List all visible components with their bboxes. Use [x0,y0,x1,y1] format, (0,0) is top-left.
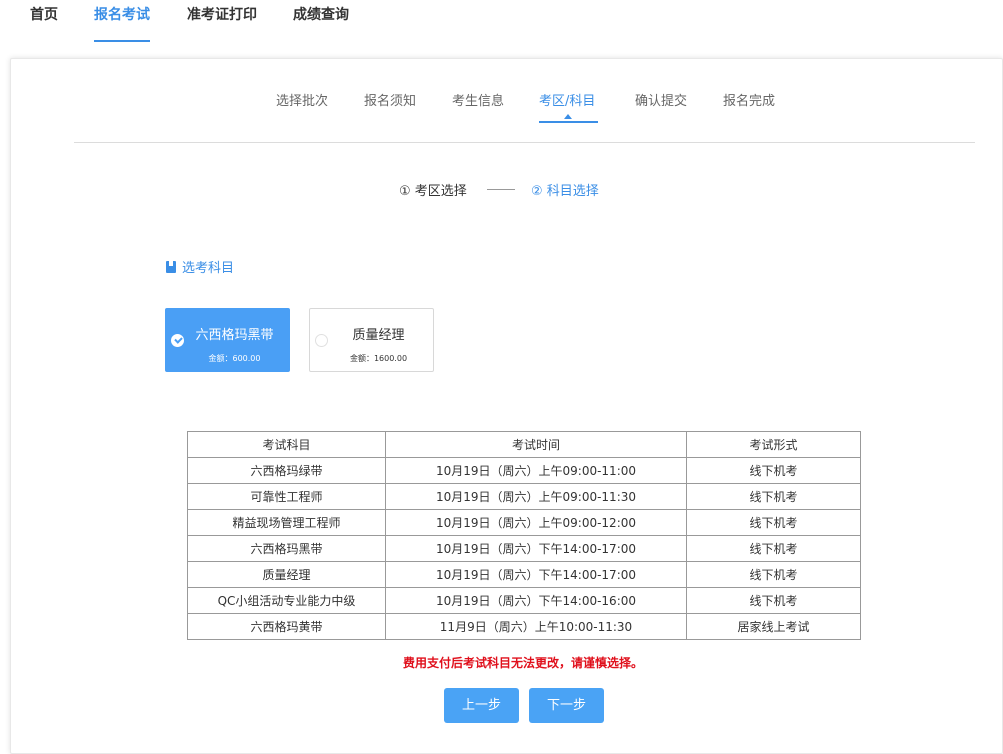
step-area-subject[interactable]: 考区/科目 [539,90,595,109]
top-nav: 首页 报名考试 准考证打印 成绩查询 [0,0,1003,42]
sub-step-connector [487,189,515,190]
cell-subject: 可靠性工程师 [187,483,386,510]
cell-time: 10月19日（周六）上午09:00-11:00 [385,457,687,484]
step-select-batch[interactable]: 选择批次 [276,90,328,109]
cell-format: 线下机考 [686,509,861,536]
cell-time: 10月19日（周六）下午14:00-17:00 [385,561,687,588]
subject-card-quality-manager[interactable]: 质量经理 金额：1600.00 [309,308,434,372]
cell-subject: 精益现场管理工程师 [187,509,386,536]
active-step-underline [539,121,598,123]
nav-score-query[interactable]: 成绩查询 [293,4,349,24]
subject-name: 质量经理 [352,328,405,343]
exam-schedule-table: 考试科目 考试时间 考试形式 六西格玛绿带 10月19日（周六）上午09:00-… [187,431,861,640]
cell-subject: 六西格玛绿带 [187,457,386,484]
cell-time: 10月19日（周六）上午09:00-11:30 [385,483,687,510]
next-step-button[interactable]: 下一步 [529,688,604,723]
step-candidate-info[interactable]: 考生信息 [452,90,504,109]
cell-time: 10月19日（周六）下午14:00-17:00 [385,535,687,562]
cell-subject: QC小组活动专业能力中级 [187,587,386,614]
bookmark-icon [166,261,176,273]
table-row: 六西格玛绿带 10月19日（周六）上午09:00-11:00 线下机考 [187,457,861,484]
header-format: 考试形式 [686,431,861,458]
payment-warning: 费用支付后考试科目无法更改，请谨慎选择。 [402,656,643,670]
header-subject: 考试科目 [187,431,386,458]
table-row: 质量经理 10月19日（周六）下午14:00-17:00 线下机考 [187,561,861,588]
table-row: 六西格玛黑带 10月19日（周六）下午14:00-17:00 线下机考 [187,535,861,562]
section-title: 选考科目 [166,257,234,276]
cell-time: 10月19日（周六）上午09:00-12:00 [385,509,687,536]
cell-format: 居家线上考试 [686,613,861,640]
cell-subject: 六西格玛黑带 [187,535,386,562]
prev-step-button[interactable]: 上一步 [444,688,519,723]
sub-step-area[interactable]: ① 考区选择 [399,180,467,199]
main-card [10,58,1003,754]
cell-time: 10月19日（周六）下午14:00-16:00 [385,587,687,614]
table-row: 精益现场管理工程师 10月19日（周六）上午09:00-12:00 线下机考 [187,509,861,536]
subject-price: 金额：1600.00 [349,354,408,363]
step-complete[interactable]: 报名完成 [723,90,775,109]
nav-admission-ticket[interactable]: 准考证打印 [187,4,257,24]
nav-active-underline [94,40,150,42]
table-row: 可靠性工程师 10月19日（周六）上午09:00-11:30 线下机考 [187,483,861,510]
cell-time: 11月9日（周六）上午10:00-11:30 [385,613,687,640]
cell-format: 线下机考 [686,535,861,562]
cell-format: 线下机考 [686,483,861,510]
step-confirm-submit[interactable]: 确认提交 [635,90,687,109]
subject-card-black-belt[interactable]: 六西格玛黑带 金额：600.00 [165,308,290,372]
cell-format: 线下机考 [686,457,861,484]
nav-home[interactable]: 首页 [30,4,58,24]
subject-name: 六西格玛黑带 [195,328,274,343]
active-step-caret-icon [564,114,572,119]
sub-step-subject[interactable]: ② 科目选择 [531,180,599,199]
cell-subject: 六西格玛黄带 [187,613,386,640]
table-row: 六西格玛黄带 11月9日（周六）上午10:00-11:30 居家线上考试 [187,613,861,640]
step-notice[interactable]: 报名须知 [364,90,416,109]
steps-divider [74,142,975,143]
section-title-text: 选考科目 [182,261,235,276]
table-row: QC小组活动专业能力中级 10月19日（周六）下午14:00-16:00 线下机… [187,587,861,614]
cell-format: 线下机考 [686,561,861,588]
subject-price: 金额：600.00 [208,354,261,363]
cell-format: 线下机考 [686,587,861,614]
cell-subject: 质量经理 [187,561,386,588]
nav-exam-registration[interactable]: 报名考试 [94,4,150,24]
header-time: 考试时间 [385,431,687,458]
table-header-row: 考试科目 考试时间 考试形式 [187,431,861,458]
